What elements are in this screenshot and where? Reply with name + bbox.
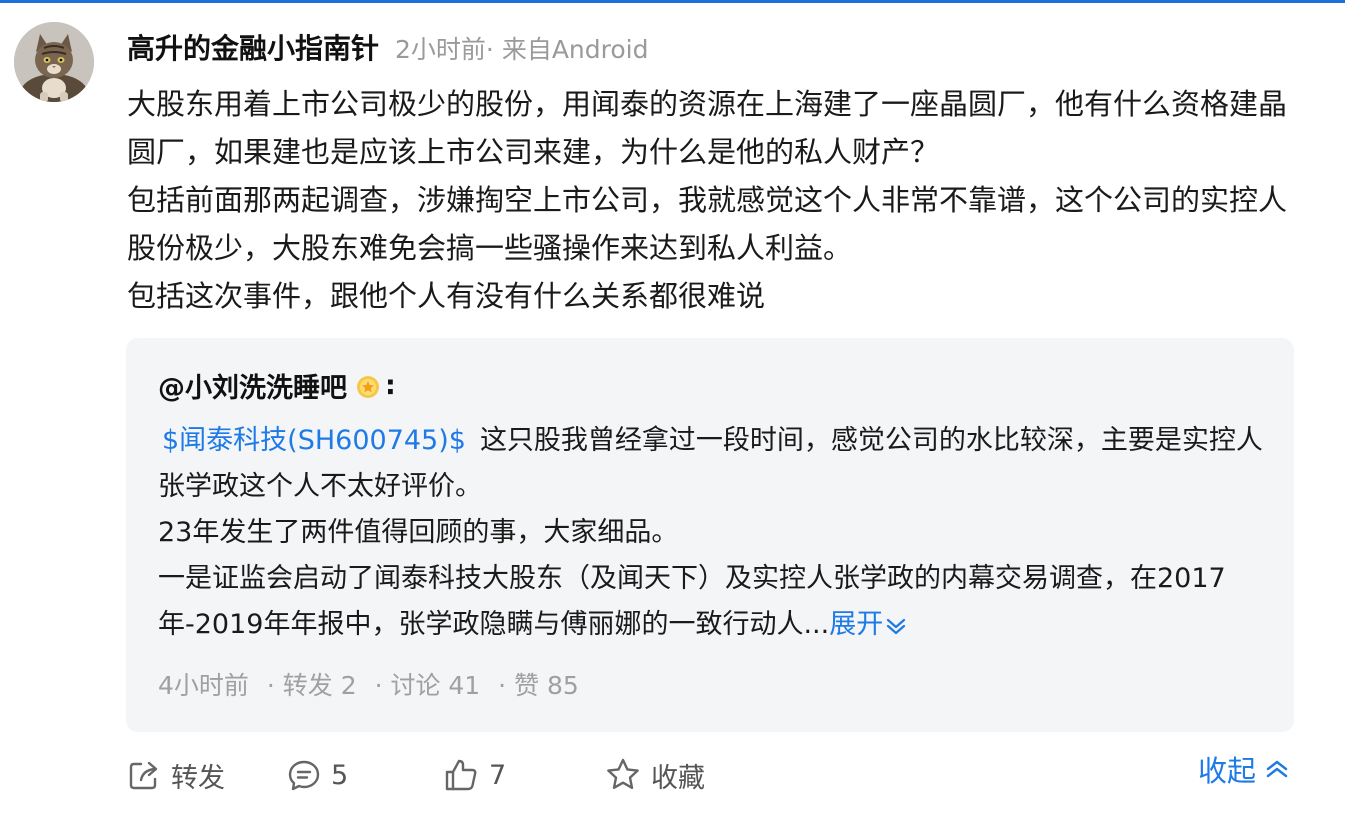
- post-header: 高升的金融小指南针 2小时前· 来自Android: [127, 27, 648, 67]
- repost-label: 转发: [171, 762, 225, 794]
- comment-button[interactable]: 5: [287, 758, 443, 792]
- gold-medal-icon: [355, 373, 381, 399]
- stock-link[interactable]: $闻泰科技(SH600745)$: [162, 425, 466, 456]
- quoted-paragraph: 23年发生了两件值得回顾的事，大家细品。: [158, 517, 679, 548]
- like-button[interactable]: 7: [443, 757, 605, 793]
- quoted-post-body: $闻泰科技(SH600745)$ 这只股我曾经拿过一段时间，感觉公司的水比较深，主…: [158, 418, 1268, 648]
- favorite-label: 收藏: [651, 762, 705, 794]
- quoted-discuss-count[interactable]: · 讨论 41: [375, 671, 481, 700]
- author-name[interactable]: 高升的金融小指南针: [127, 27, 379, 67]
- repost-button[interactable]: 转发: [127, 756, 287, 795]
- collapse-button[interactable]: 收起: [1198, 748, 1290, 790]
- quoted-author-colon: :: [385, 370, 396, 401]
- action-bar: 转发 5 7 收藏: [127, 752, 705, 798]
- expand-label: 展开: [829, 609, 884, 640]
- quoted-author[interactable]: @小刘洗洗睡吧: [158, 366, 347, 405]
- quoted-post-header: @小刘洗洗睡吧 :: [158, 366, 396, 405]
- favorite-button[interactable]: 收藏: [605, 756, 705, 795]
- top-accent-rule: [0, 0, 1345, 3]
- post-paragraph: 包括这次事件，跟他个人有没有什么关系都很难说: [127, 279, 766, 313]
- post-body: 大股东用着上市公司极少的股份，用闻泰的资源在上海建了一座晶圆厂，他有什么资格建晶…: [127, 80, 1287, 320]
- post-paragraph: 大股东用着上市公司极少的股份，用闻泰的资源在上海建了一座晶圆厂，他有什么资格建晶…: [127, 87, 1288, 169]
- quoted-post-card[interactable]: @小刘洗洗睡吧 : $闻泰科技(SH600745)$ 这只股我曾经拿过一段时间，感…: [126, 338, 1294, 732]
- avatar[interactable]: [14, 22, 94, 102]
- like-count: 7: [489, 759, 507, 791]
- star-icon: [607, 758, 639, 789]
- quoted-text: 一是证监会启动了闻泰科技大股东（及闻天下）及实控人张学政的内幕交易调查，在201…: [158, 563, 1226, 640]
- post-paragraph: 包括前面那两起调查，涉嫌掏空上市公司，我就感觉这个人非常不靠谱，这个公司的实控人…: [127, 183, 1288, 265]
- quoted-paragraph: $闻泰科技(SH600745)$ 这只股我曾经拿过一段时间，感觉公司的水比较深，主…: [158, 418, 1268, 510]
- collapse-label: 收起: [1198, 754, 1257, 788]
- quoted-post-stats: 4小时前 · 转发 2 · 讨论 41 · 赞 85: [158, 666, 589, 702]
- quoted-time: 4小时前: [158, 671, 249, 700]
- quoted-repost-count[interactable]: · 转发 2: [267, 671, 357, 700]
- post-meta: 2小时前· 来自Android: [395, 35, 649, 64]
- chevron-down-icon: [887, 618, 906, 634]
- cat-avatar-image: [14, 22, 94, 102]
- share-icon: [129, 761, 158, 790]
- quoted-paragraph: 一是证监会启动了闻泰科技大股东（及闻天下）及实控人张学政的内幕交易调查，在201…: [158, 556, 1268, 648]
- quoted-like-count[interactable]: · 赞 85: [498, 671, 579, 700]
- chevron-up-icon: [1266, 760, 1288, 778]
- comment-count: 5: [331, 759, 349, 791]
- comment-icon: [288, 760, 320, 791]
- expand-link[interactable]: 展开: [829, 609, 907, 640]
- thumbs-up-icon: [445, 759, 477, 791]
